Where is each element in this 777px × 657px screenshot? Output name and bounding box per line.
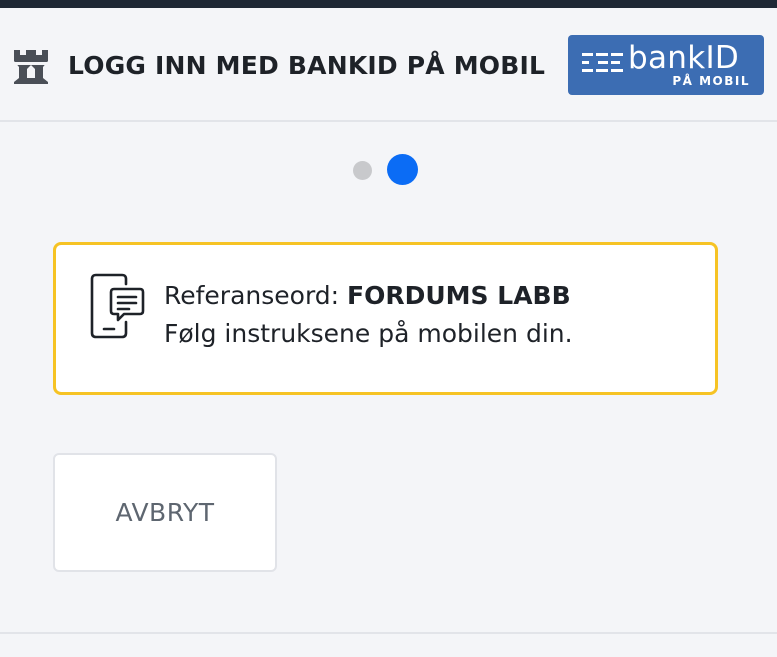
bankid-subtitle: PÅ MOBIL (672, 74, 750, 88)
step-indicator-1 (353, 161, 372, 180)
reference-word-line: Referanseord: FORDUMS LABB (164, 279, 571, 313)
cancel-button[interactable]: AVBRYT (53, 453, 277, 572)
bankid-logo: bankID PÅ MOBIL (568, 35, 764, 95)
instruction-text: Følg instruksene på mobilen din. (164, 319, 573, 348)
page-title: LOGG INN MED BANKID PÅ MOBIL (68, 51, 546, 80)
castle-icon (13, 48, 49, 84)
bankid-wordmark: bankID (628, 40, 740, 76)
reference-info-box: Referanseord: FORDUMS LABB Følg instruks… (53, 242, 718, 395)
phone-chat-icon (88, 273, 148, 343)
bankid-stripes-icon (582, 53, 623, 72)
header: LOGG INN MED BANKID PÅ MOBIL bankID PÅ M… (0, 8, 777, 122)
reference-word: FORDUMS LABB (347, 281, 571, 310)
footer-divider (0, 632, 777, 634)
top-bar (0, 0, 777, 8)
step-indicator-2-active (387, 154, 418, 185)
reference-label: Referanseord: (164, 281, 340, 310)
